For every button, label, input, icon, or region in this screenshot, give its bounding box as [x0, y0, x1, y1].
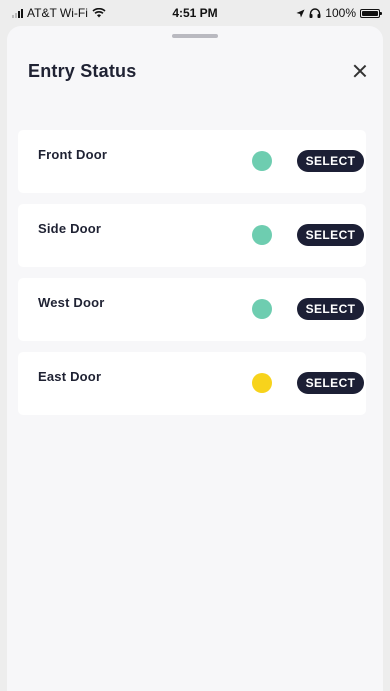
- entry-status-sheet: Entry Status Front Door SELECT Side Door…: [7, 26, 383, 691]
- door-row-side: Side Door SELECT: [18, 204, 366, 267]
- app-screen: AT&T Wi-Fi 4:51 PM 100% Entry Status Fro…: [0, 0, 390, 691]
- door-row-east: East Door SELECT: [18, 352, 366, 415]
- door-row-west: West Door SELECT: [18, 278, 366, 341]
- sheet-grabber[interactable]: [172, 34, 218, 38]
- status-dot: [252, 151, 272, 171]
- page-title: Entry Status: [28, 61, 137, 81]
- close-icon[interactable]: [351, 62, 369, 80]
- status-dot: [252, 299, 272, 319]
- door-list: Front Door SELECT Side Door SELECT West …: [18, 130, 366, 426]
- door-row-front: Front Door SELECT: [18, 130, 366, 193]
- status-bar: AT&T Wi-Fi 4:51 PM 100%: [0, 0, 390, 26]
- select-button[interactable]: SELECT: [297, 298, 364, 320]
- door-name: West Door: [38, 295, 105, 310]
- select-button[interactable]: SELECT: [297, 224, 364, 246]
- door-name: Front Door: [38, 147, 108, 162]
- battery-percent: 100%: [325, 6, 356, 20]
- door-name: East Door: [38, 369, 102, 384]
- location-arrow-icon: [296, 8, 305, 18]
- select-button[interactable]: SELECT: [297, 372, 364, 394]
- door-name: Side Door: [38, 221, 102, 236]
- status-dot: [252, 373, 272, 393]
- headphones-icon: [309, 8, 321, 18]
- select-button[interactable]: SELECT: [297, 150, 364, 172]
- battery-icon: [360, 8, 382, 18]
- status-bar-right: 100%: [296, 6, 382, 20]
- status-dot: [252, 225, 272, 245]
